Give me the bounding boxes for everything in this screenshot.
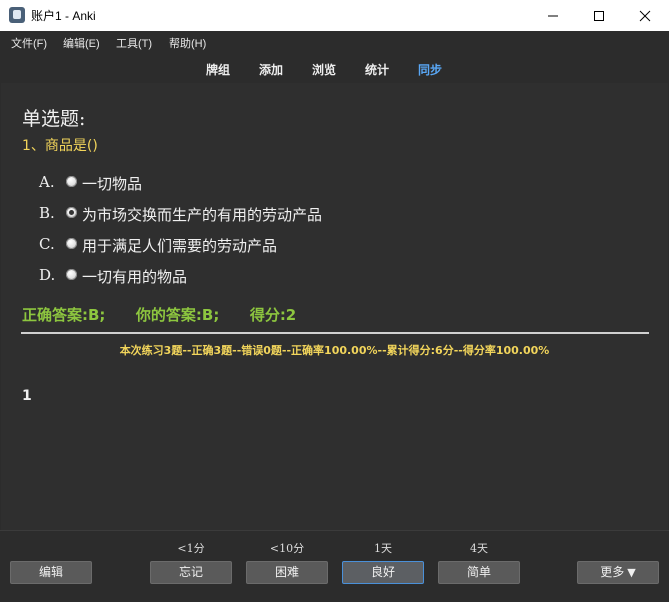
maximize-button[interactable] <box>576 0 622 31</box>
window-title: 账户1 - Anki <box>31 9 96 23</box>
score: 得分:2 <box>249 306 297 324</box>
maximize-icon <box>594 11 604 21</box>
more-button[interactable]: 更多 ▼ <box>577 561 659 584</box>
radio-button[interactable] <box>66 269 77 280</box>
option-letter: D. <box>39 266 56 284</box>
option-letter: B. <box>39 204 55 222</box>
radio-button[interactable] <box>66 176 77 187</box>
toolbar-decks-link[interactable]: 牌组 <box>206 61 230 78</box>
good-interval: 1天 <box>374 542 392 555</box>
answer-result-line: 正确答案:B; 你的答案:B; 得分:2 <box>22 304 296 325</box>
radio-button-selected[interactable] <box>66 207 77 218</box>
option-text: 为市场交换而生产的有用的劳动产品 <box>82 206 323 224</box>
question-type-heading: 单选题: <box>22 108 86 130</box>
your-answer: 你的答案:B; <box>135 306 220 324</box>
menu-tools[interactable]: 工具(T) <box>116 35 152 51</box>
toolbar-browse-link[interactable]: 浏览 <box>312 61 336 78</box>
option-letter: A. <box>39 173 55 191</box>
close-icon <box>639 10 651 22</box>
option-text: 一切有用的物品 <box>82 268 188 286</box>
anki-app-icon <box>9 7 25 23</box>
note-number: 1 <box>22 388 32 404</box>
good-button[interactable]: 良好 <box>342 561 424 584</box>
bottom-bar-border <box>0 530 669 531</box>
radio-button[interactable] <box>66 238 77 249</box>
easy-interval: 4天 <box>470 542 488 555</box>
minimize-button[interactable] <box>530 0 576 31</box>
question-text: 1、商品是() <box>22 138 98 154</box>
easy-button[interactable]: 简单 <box>438 561 520 584</box>
menu-help[interactable]: 帮助(H) <box>169 35 206 51</box>
toolbar-sync-link[interactable]: 同步 <box>418 61 442 78</box>
divider-line <box>21 332 649 334</box>
triangle-down-icon: ▼ <box>627 566 636 579</box>
main-toolbar: 牌组 添加 浏览 统计 同步 <box>0 53 669 83</box>
menu-bar: 文件(F) 编辑(E) 工具(T) 帮助(H) <box>0 31 669 53</box>
again-interval: <1分 <box>177 542 205 555</box>
menu-edit[interactable]: 编辑(E) <box>63 35 100 51</box>
title-bar: 账户1 - Anki <box>0 0 669 31</box>
minimize-icon <box>548 15 558 17</box>
more-label: 更多 <box>600 565 625 579</box>
again-button[interactable]: 忘记 <box>150 561 232 584</box>
card-area: 单选题: 1、商品是() A. 一切物品 B. 为市场交换而生产的有用的劳动产品… <box>1 83 668 530</box>
hard-interval: <10分 <box>269 542 305 555</box>
practice-stats: 本次练习3题--正确3题--错误0题--正确率100.00%--累计得分:6分-… <box>119 344 550 357</box>
option-letter: C. <box>39 235 55 253</box>
close-button[interactable] <box>622 0 668 31</box>
option-text: 用于满足人们需要的劳动产品 <box>82 237 278 255</box>
menu-file[interactable]: 文件(F) <box>11 35 47 51</box>
hard-button[interactable]: 困难 <box>246 561 328 584</box>
toolbar-stats-link[interactable]: 统计 <box>365 61 389 78</box>
option-text: 一切物品 <box>82 175 143 193</box>
edit-button[interactable]: 编辑 <box>10 561 92 584</box>
correct-answer: 正确答案:B; <box>22 306 106 324</box>
toolbar-add-link[interactable]: 添加 <box>259 61 283 78</box>
